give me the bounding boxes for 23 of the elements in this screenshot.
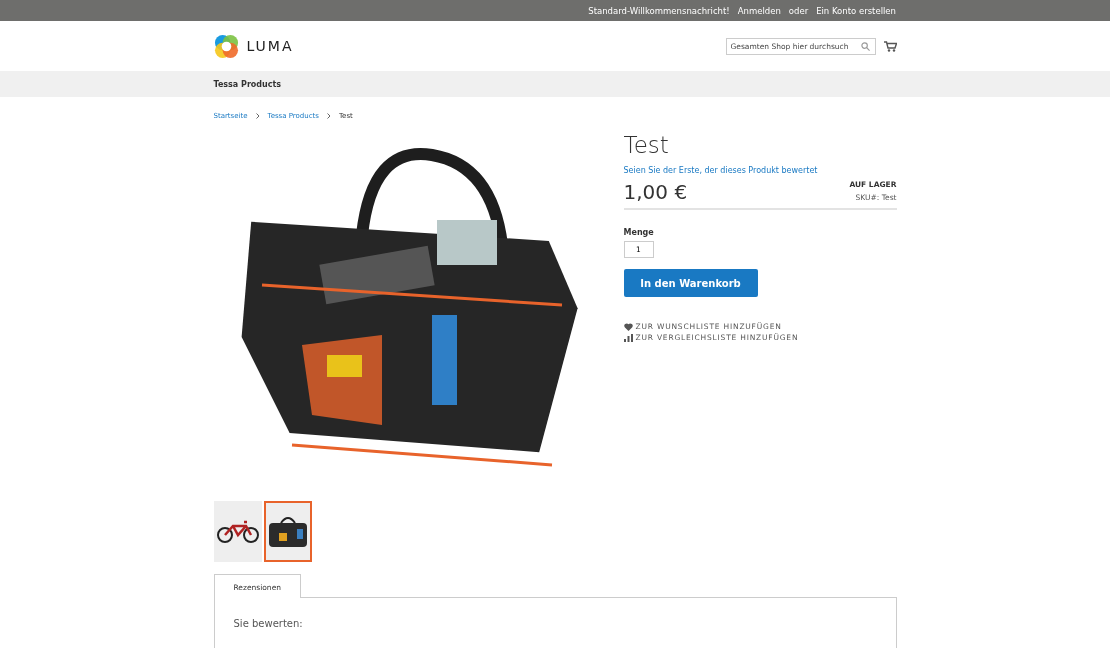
review-link[interactable]: Seien Sie der Erste, der dieses Produkt bewertet (623, 166, 897, 175)
logo-icon[interactable] (213, 33, 239, 59)
bicycle-icon (215, 519, 260, 544)
bag-icon (266, 514, 309, 549)
welcome-message: Standard-Willkommensnachricht! (588, 5, 730, 16)
heart-icon (623, 322, 633, 331)
create-account-link[interactable]: Ein Konto erstellen (816, 5, 896, 16)
product-price: 1,00 € (623, 180, 688, 204)
bar-chart-icon (623, 333, 633, 342)
nav-link[interactable]: Tessa Products (213, 79, 282, 89)
chevron-icon (327, 113, 331, 119)
separator-text: oder (788, 5, 809, 16)
search-icon[interactable] (860, 41, 870, 51)
rating-label: Sie bewerten: (233, 618, 303, 629)
cart-icon[interactable] (883, 40, 897, 52)
add-to-cart-button[interactable]: In den Warenkorb (623, 269, 758, 297)
logo-text[interactable]: LUMA (246, 38, 294, 54)
product-title: Test (623, 132, 670, 158)
chevron-icon (255, 113, 260, 119)
quantity-label: Menge (623, 228, 655, 237)
thumbnail[interactable] (213, 501, 262, 562)
sign-in-link[interactable]: Anmelden (737, 5, 781, 16)
thumbnail[interactable] (263, 501, 312, 562)
